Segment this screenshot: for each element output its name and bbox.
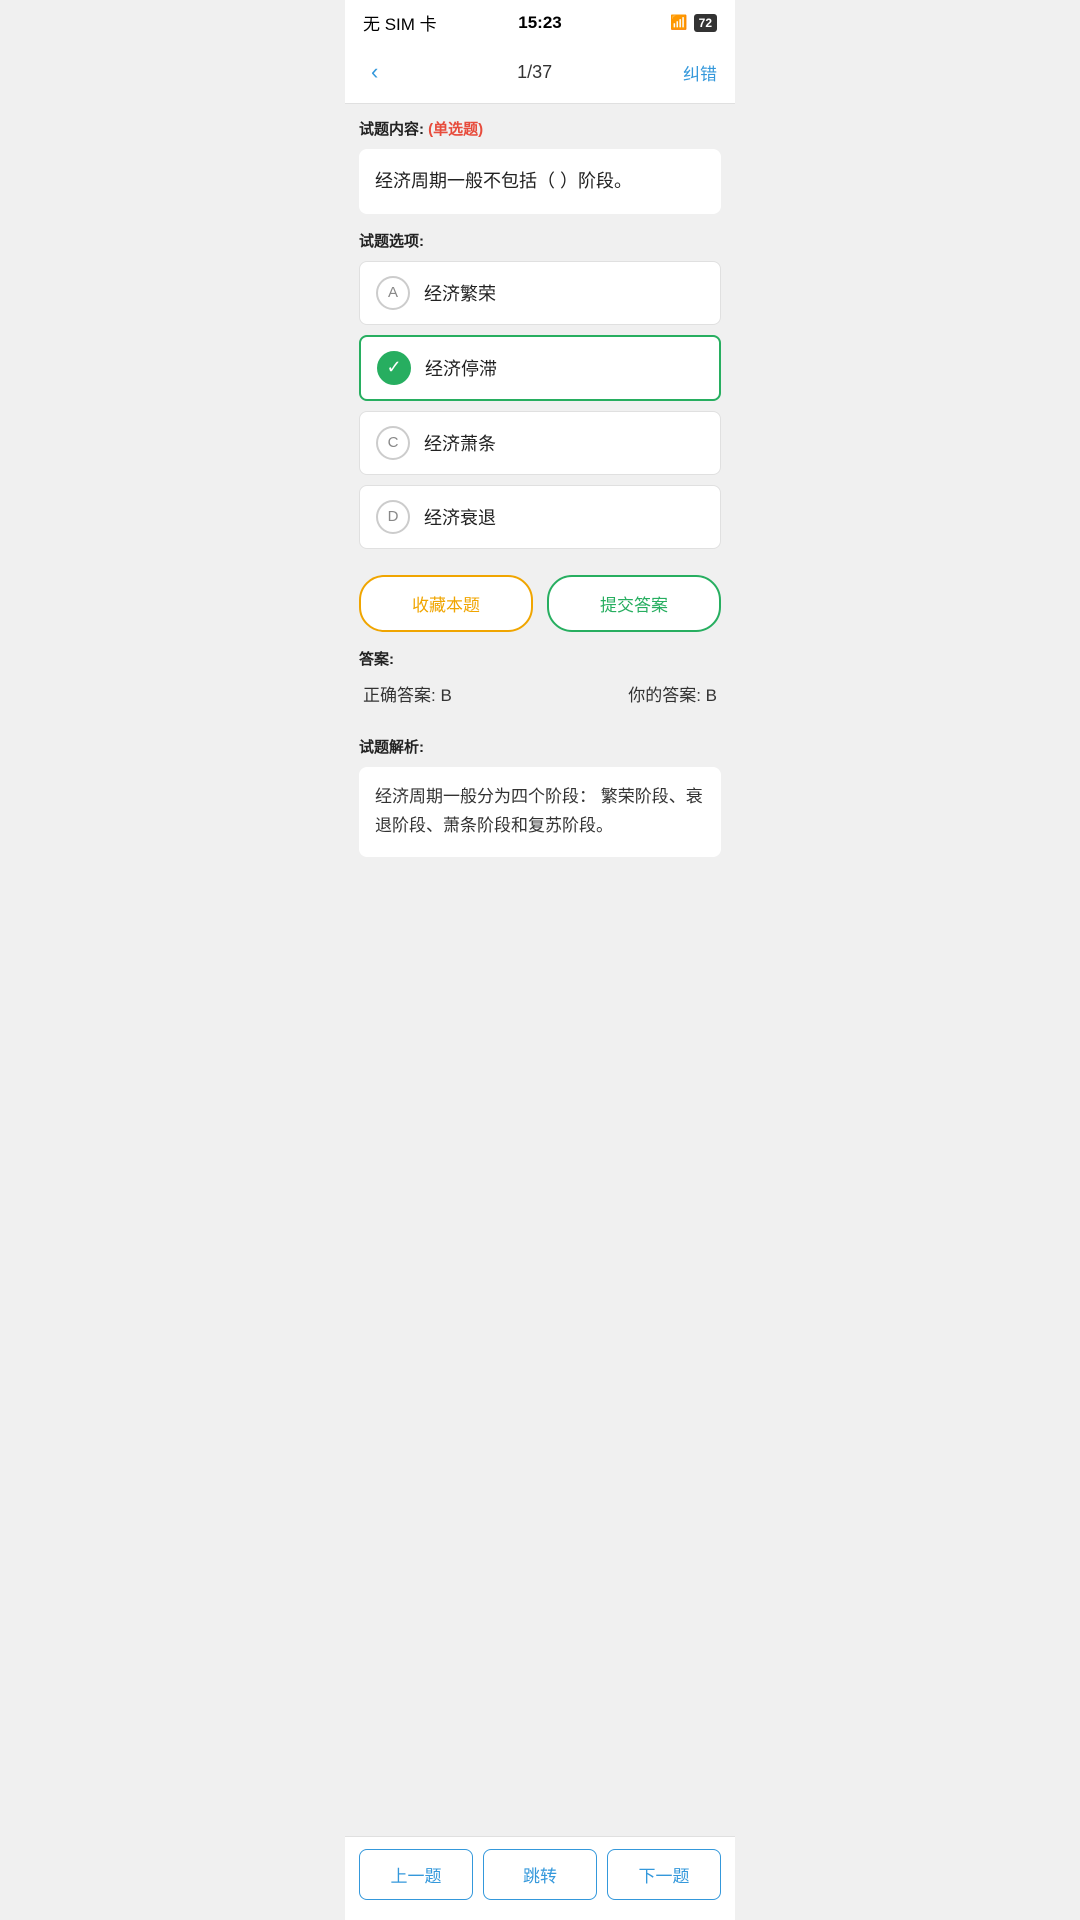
prev-button[interactable]: 上一题	[359, 1849, 473, 1900]
status-icons: 📶 72	[670, 14, 717, 32]
answer-section: 答案: 正确答案: B 你的答案: B	[345, 648, 735, 736]
question-section-label: 试题内容: (单选题)	[359, 118, 721, 139]
question-type-tag: (单选题)	[428, 121, 483, 138]
status-bar: 无 SIM 卡 15:23 📶 72	[345, 0, 735, 41]
analysis-text: 经济周期一般分为四个阶段： 繁荣阶段、衰退阶段、萧条阶段和复苏阶段。	[359, 767, 721, 857]
option-b-text: 经济停滞	[425, 355, 497, 381]
answer-row: 正确答案: B 你的答案: B	[359, 681, 721, 706]
option-c[interactable]: C 经济萧条	[359, 411, 721, 475]
error-report-button[interactable]: 纠错	[683, 60, 717, 85]
next-button[interactable]: 下一题	[607, 1849, 721, 1900]
jump-button[interactable]: 跳转	[483, 1849, 597, 1900]
option-b-circle: ✓	[377, 351, 411, 385]
analysis-section: 试题解析: 经济周期一般分为四个阶段： 繁荣阶段、衰退阶段、萧条阶段和复苏阶段。	[345, 736, 735, 871]
submit-button[interactable]: 提交答案	[547, 575, 721, 632]
back-button[interactable]: ‹	[363, 55, 386, 89]
option-d[interactable]: D 经济衰退	[359, 485, 721, 549]
your-answer: 你的答案: B	[628, 681, 717, 706]
sim-status: 无 SIM 卡	[363, 10, 437, 35]
options-section: 试题选项: A 经济繁荣 ✓ 经济停滞 C 经济萧条 D 经济衰退	[345, 230, 735, 549]
nav-progress: 1/37	[517, 62, 552, 83]
correct-answer: 正确答案: B	[363, 681, 452, 706]
main-content: 试题内容: (单选题) 经济周期一般不包括（ ）阶段。 试题选项: A 经济繁荣…	[345, 104, 735, 1836]
options-label: 试题选项:	[359, 230, 721, 251]
time-display: 15:23	[518, 13, 561, 33]
nav-bar: ‹ 1/37 纠错	[345, 41, 735, 104]
bottom-nav: 上一题 跳转 下一题	[345, 1836, 735, 1920]
battery-indicator: 72	[694, 14, 717, 32]
option-b[interactable]: ✓ 经济停滞	[359, 335, 721, 401]
question-text: 经济周期一般不包括（ ）阶段。	[359, 149, 721, 214]
wifi-icon: 📶	[670, 14, 687, 31]
answer-label: 答案:	[359, 648, 721, 669]
option-c-text: 经济萧条	[424, 430, 496, 456]
option-d-text: 经济衰退	[424, 504, 496, 530]
option-a-text: 经济繁荣	[424, 280, 496, 306]
question-section: 试题内容: (单选题) 经济周期一般不包括（ ）阶段。	[345, 104, 735, 214]
collect-button[interactable]: 收藏本题	[359, 575, 533, 632]
option-a-circle: A	[376, 276, 410, 310]
option-d-circle: D	[376, 500, 410, 534]
analysis-label: 试题解析:	[359, 736, 721, 757]
option-c-circle: C	[376, 426, 410, 460]
action-row: 收藏本题 提交答案	[345, 559, 735, 648]
option-a[interactable]: A 经济繁荣	[359, 261, 721, 325]
